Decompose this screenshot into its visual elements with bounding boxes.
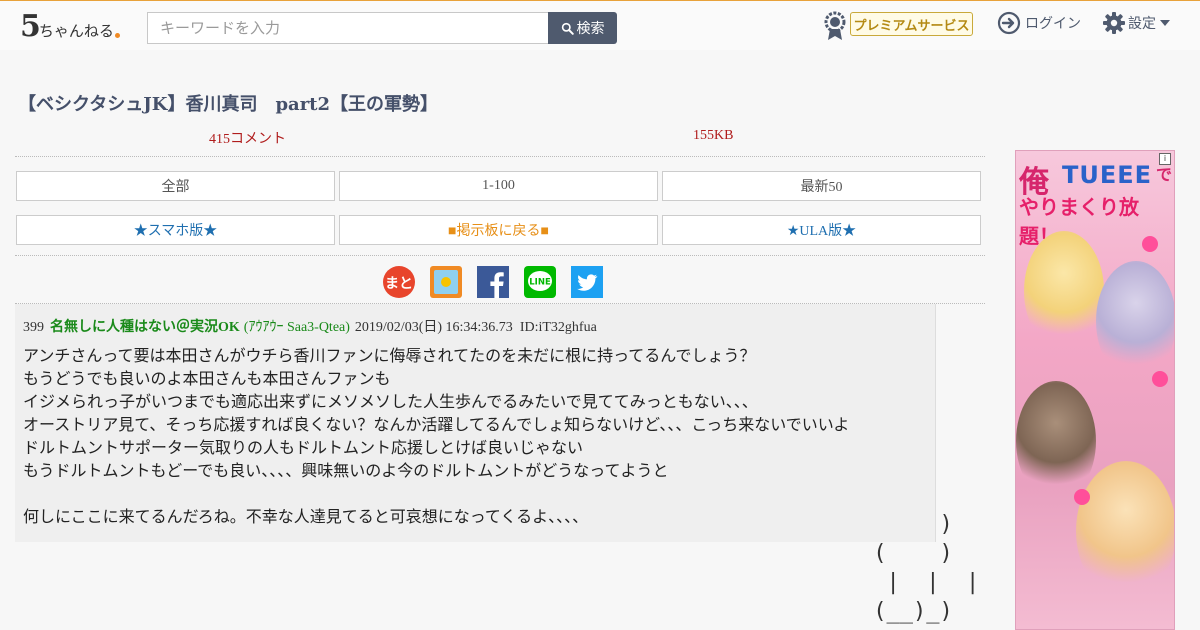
search-icon <box>561 22 574 35</box>
post-trip: (ｱｳｱｳｰ Saa3-Qtea) <box>243 320 350 335</box>
main-content: 【ベシクタシュJK】香川真司 part2【王の軍勢】 415コメント 155KB… <box>0 50 1200 630</box>
post-date: 2019/02/03(日) 16:34:36.73 <box>354 320 513 335</box>
ad-heart-icon <box>1074 489 1090 505</box>
ad-illustration-figure <box>1024 231 1104 351</box>
smartphone-version-label: ★スマホ版★ <box>133 224 218 239</box>
nav-1-100-button[interactable]: 1-100 <box>339 171 658 201</box>
search-button[interactable]: 検索 <box>548 12 617 44</box>
post-header: 399 名無しに人種はない＠実況OK (ｱｳｱｳｰ Saa3-Qtea) 2019/0… <box>23 316 597 336</box>
logo-dot <box>114 33 120 38</box>
advertisement-banner[interactable]: 俺 TUEEE で やりまくり放題！ i <box>1015 150 1175 630</box>
line-icon[interactable]: LINE <box>524 266 556 298</box>
nav-all-button[interactable]: 全部 <box>16 171 335 201</box>
back-to-board-label: ■掲示板に戻る■ <box>448 224 549 239</box>
ad-illustration-figure <box>1076 461 1174 601</box>
logo-five: 5 <box>20 9 41 44</box>
settings-menu[interactable]: 設定 <box>1102 10 1170 36</box>
search-button-label: 検索 <box>576 21 605 37</box>
twitter-icon[interactable] <box>571 266 603 298</box>
post-body: アンチさんって要は本田さんがウチら香川ファンに侮辱されてたのを未だに根に持ってる… <box>23 346 850 526</box>
divider <box>15 156 985 157</box>
ad-title-tueee: TUEEE <box>1062 161 1153 189</box>
post: 399 名無しに人種はない＠実況OK (ｱｳｱｳｰ Saa3-Qtea) 2019/0… <box>15 304 936 542</box>
premium-medal-icon <box>824 11 846 40</box>
login-icon <box>997 11 1021 35</box>
ula-version-label: ★ULA版★ <box>786 224 857 239</box>
bookmark-icon[interactable] <box>430 266 462 298</box>
top-bar: 5 ちゃんねる 検索 プレミアムサービス ログイン <box>0 0 1200 50</box>
search-input[interactable] <box>147 12 549 44</box>
login-link[interactable]: ログイン <box>997 10 1081 36</box>
logo-text: ちゃんねる <box>38 22 114 40</box>
back-to-board-button[interactable]: ■掲示板に戻る■ <box>339 215 658 245</box>
post-number[interactable]: 399 <box>23 320 44 335</box>
ad-heart-icon <box>1142 236 1158 252</box>
nav-1-100-label: 1-100 <box>482 178 515 193</box>
gear-icon <box>1103 12 1125 34</box>
facebook-icon[interactable] <box>477 266 509 298</box>
premium-service-button[interactable]: プレミアムサービス <box>850 12 973 36</box>
login-label: ログイン <box>1025 16 1081 32</box>
nav-latest50-label: 最新50 <box>800 180 843 195</box>
nav-all-label: 全部 <box>161 180 190 195</box>
post-id[interactable]: ID:iT32ghfua <box>520 320 597 335</box>
smartphone-version-button[interactable]: ★スマホ版★ <box>16 215 335 245</box>
ascii-art: ) ( ) | | | (__)_) <box>873 512 980 624</box>
matome-icon[interactable]: まと <box>383 266 415 298</box>
divider <box>15 255 985 256</box>
ad-info-icon[interactable]: i <box>1159 153 1171 165</box>
line-icon-label: LINE <box>529 278 551 288</box>
comment-count: 415コメント <box>209 132 286 147</box>
ula-version-button[interactable]: ★ULA版★ <box>662 215 981 245</box>
premium-label: プレミアムサービス <box>853 18 970 34</box>
ad-heart-icon <box>1152 371 1168 387</box>
nav-latest50-button[interactable]: 最新50 <box>662 171 981 201</box>
ad-illustration-figure <box>1096 261 1174 381</box>
thread-size: 155KB <box>693 128 734 143</box>
chevron-down-icon <box>1160 20 1170 26</box>
matome-icon-label: まと <box>385 276 413 292</box>
post-author: 名無しに人種はない＠実況OK <box>50 320 240 335</box>
thread-title: 【ベシクタシュJK】香川真司 part2【王の軍勢】 <box>18 94 439 115</box>
ad-illustration-figure <box>1016 381 1096 501</box>
settings-label: 設定 <box>1128 16 1156 32</box>
site-logo[interactable]: 5 ちゃんねる <box>20 9 120 44</box>
